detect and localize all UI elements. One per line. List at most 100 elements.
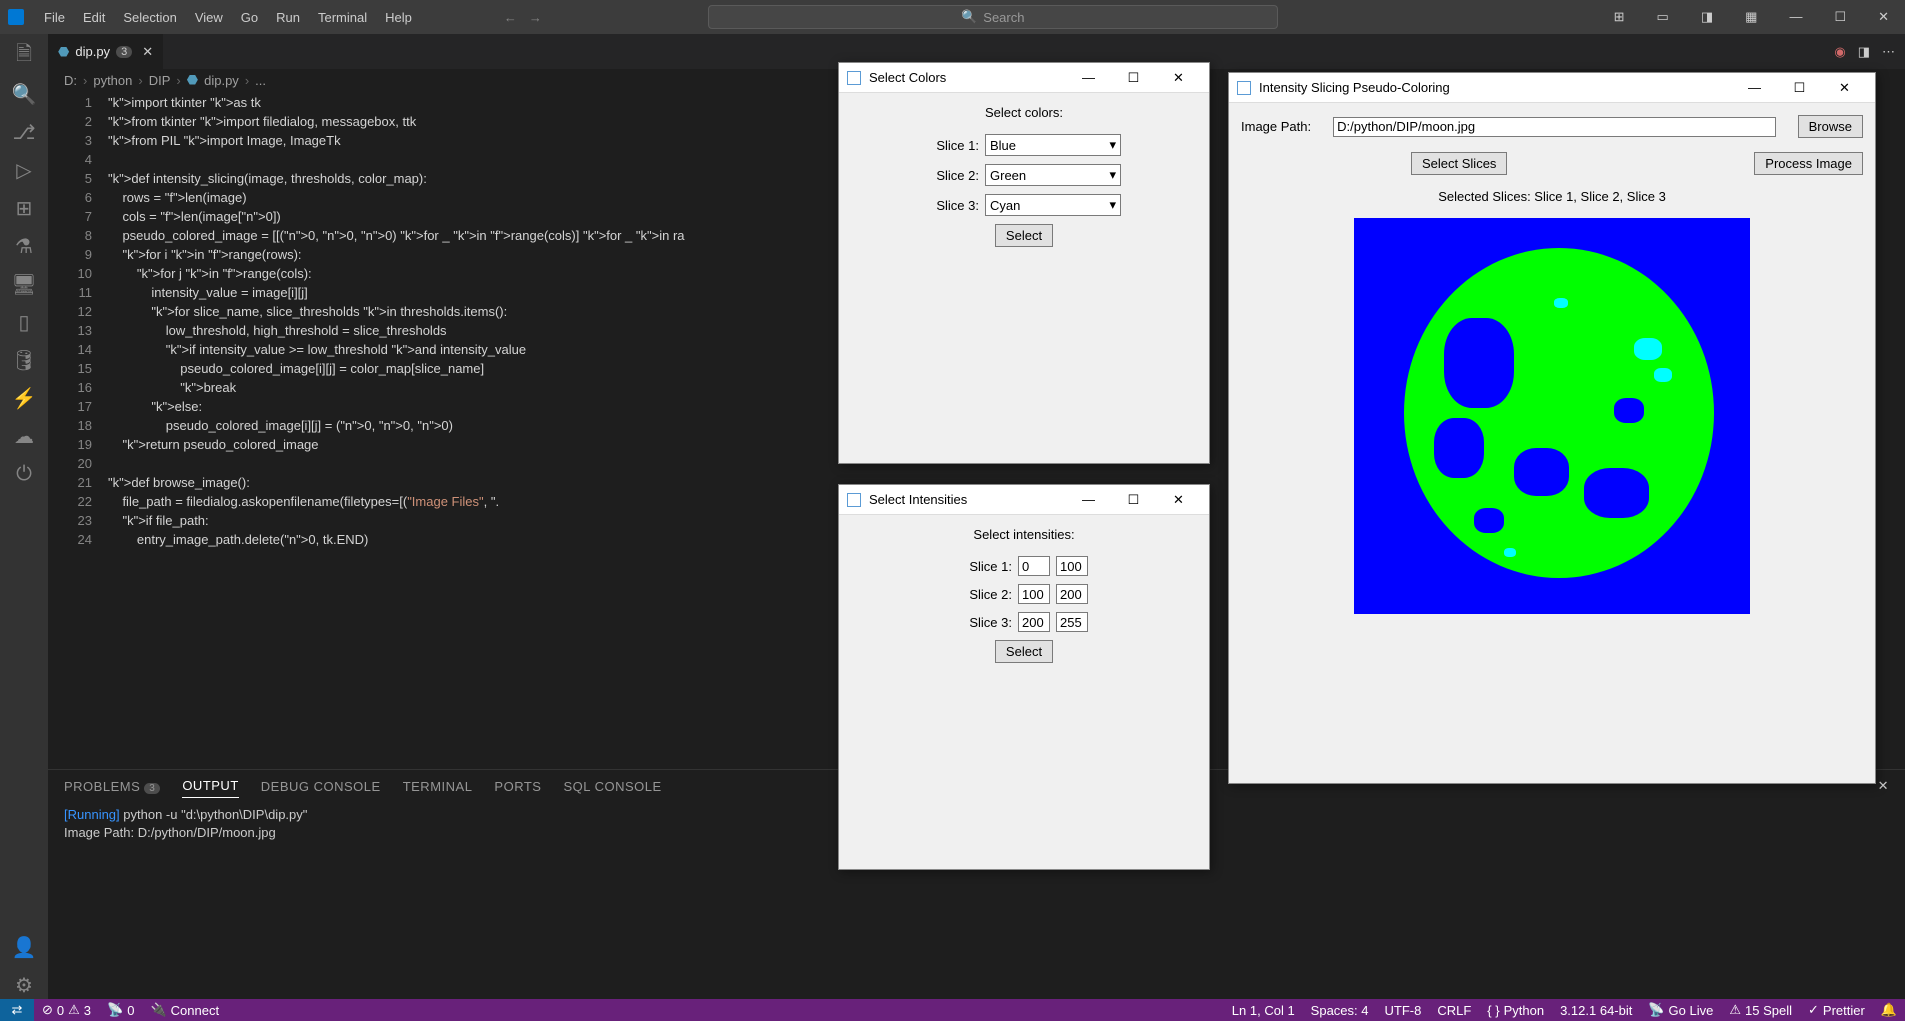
browse-button[interactable]: Browse — [1798, 115, 1863, 138]
line-gutter: 123456789101112131415161718192021222324 — [48, 91, 108, 769]
layout-editor-icon[interactable]: ⊞ — [1606, 5, 1633, 29]
window-close-icon[interactable]: ✕ — [1156, 486, 1201, 514]
slice1-low-input[interactable] — [1018, 556, 1050, 576]
slice1-combo[interactable]: Blue▾ — [985, 134, 1121, 156]
status-spaces[interactable]: Spaces: 4 — [1303, 1002, 1377, 1018]
search-input[interactable]: 🔍 Search — [708, 5, 1278, 29]
slice1-high-input[interactable] — [1056, 556, 1088, 576]
panel-problems[interactable]: PROBLEMS3 — [64, 775, 160, 798]
select-intensities-button[interactable]: Select — [995, 640, 1053, 663]
window-minimize-icon[interactable]: — — [1781, 5, 1810, 29]
image-path-input[interactable] — [1333, 117, 1776, 137]
panel-close-icon[interactable]: ✕ — [1878, 778, 1889, 794]
power-icon[interactable]: ⏻ — [10, 460, 38, 488]
window-min-icon[interactable]: — — [1066, 486, 1111, 514]
breadcrumb-seg[interactable]: dip.py — [204, 73, 239, 88]
slice3-low-input[interactable] — [1018, 612, 1050, 632]
accounts-icon[interactable]: 👤 — [10, 933, 38, 961]
breadcrumb-seg[interactable]: ... — [255, 73, 266, 88]
panel-sql[interactable]: SQL CONSOLE — [563, 775, 661, 798]
int-slice3-label: Slice 3: — [960, 615, 1012, 630]
window-max-icon[interactable]: ☐ — [1111, 486, 1156, 514]
process-image-button[interactable]: Process Image — [1754, 152, 1863, 175]
explorer-icon[interactable]: 🗎 — [10, 42, 38, 70]
window-titlebar[interactable]: Select Intensities — ☐ ✕ — [839, 485, 1209, 515]
window-titlebar[interactable]: Intensity Slicing Pseudo-Coloring — ☐ ✕ — [1229, 73, 1875, 103]
window-max-icon[interactable]: ☐ — [1111, 64, 1156, 92]
layout-sidebar-icon[interactable]: ◨ — [1693, 5, 1721, 29]
menu-go[interactable]: Go — [233, 6, 266, 29]
window-close-icon[interactable]: ✕ — [1870, 5, 1897, 29]
panel-terminal[interactable]: TERMINAL — [403, 775, 473, 798]
testing-icon[interactable]: ⚗ — [10, 232, 38, 260]
menu-run[interactable]: Run — [268, 6, 308, 29]
slice2-low-input[interactable] — [1018, 584, 1050, 604]
nav-forward-icon[interactable]: → — [529, 10, 542, 25]
status-prettier[interactable]: ✓Prettier — [1800, 1002, 1873, 1018]
breadcrumb-seg[interactable]: python — [93, 73, 132, 88]
slice2-high-input[interactable] — [1056, 584, 1088, 604]
extensions-icon[interactable]: ⊞ — [10, 194, 38, 222]
title-bar: File Edit Selection View Go Run Terminal… — [0, 0, 1905, 34]
menu-file[interactable]: File — [36, 6, 73, 29]
status-spell[interactable]: ⚠15 Spell — [1721, 1002, 1800, 1018]
project-icon[interactable]: ☁ — [10, 422, 38, 450]
remote-explorer-icon[interactable]: 🖥 — [10, 270, 38, 298]
status-eol[interactable]: CRLF — [1429, 1002, 1479, 1018]
window-close-icon[interactable]: ✕ — [1156, 64, 1201, 92]
pseudo-colored-image — [1354, 218, 1750, 614]
slice3-high-input[interactable] — [1056, 612, 1088, 632]
status-version[interactable]: 3.12.1 64-bit — [1552, 1002, 1640, 1018]
database-icon[interactable]: 🛢 — [10, 346, 38, 374]
editor-split-icon[interactable]: ◨ — [1858, 44, 1870, 60]
device-icon[interactable]: ▯ — [10, 308, 38, 336]
breadcrumb-seg[interactable]: D: — [64, 73, 77, 88]
settings-gear-icon[interactable]: ⚙ — [10, 971, 38, 999]
nav-back-icon[interactable]: ← — [504, 10, 517, 25]
window-max-icon[interactable]: ☐ — [1777, 74, 1822, 102]
thunder-icon[interactable]: ⚡ — [10, 384, 38, 412]
warning-icon: ⚠ — [1729, 1002, 1741, 1018]
select-colors-button[interactable]: Select — [995, 224, 1053, 247]
chevron-down-icon: ▾ — [1109, 167, 1116, 183]
window-close-icon[interactable]: ✕ — [1822, 74, 1867, 102]
menu-help[interactable]: Help — [377, 6, 420, 29]
slice1-label: Slice 1: — [927, 138, 979, 153]
slice2-combo[interactable]: Green▾ — [985, 164, 1121, 186]
editor-more-icon[interactable]: ⋯ — [1882, 44, 1895, 60]
status-errors[interactable]: ⊘0 ⚠3 — [34, 1002, 99, 1018]
status-cursor[interactable]: Ln 1, Col 1 — [1224, 1002, 1303, 1018]
int-slice2-label: Slice 2: — [960, 587, 1012, 602]
breadcrumb-seg[interactable]: DIP — [149, 73, 171, 88]
status-ports[interactable]: 📡0 — [99, 1002, 142, 1018]
window-maximize-icon[interactable]: ☐ — [1826, 5, 1854, 29]
editor-toggle-icon[interactable]: ◉ — [1834, 44, 1845, 60]
layout-customize-icon[interactable]: ▦ — [1737, 5, 1765, 29]
panel-output[interactable]: OUTPUT — [182, 774, 238, 798]
select-slices-button[interactable]: Select Slices — [1411, 152, 1507, 175]
plug-icon: 🔌 — [150, 1002, 166, 1018]
window-min-icon[interactable]: — — [1066, 64, 1111, 92]
layout-panel-icon[interactable]: ▭ — [1649, 5, 1677, 29]
menu-terminal[interactable]: Terminal — [310, 6, 375, 29]
slice3-combo[interactable]: Cyan▾ — [985, 194, 1121, 216]
status-golive[interactable]: 📡Go Live — [1640, 1002, 1721, 1018]
tab-close-icon[interactable]: ✕ — [142, 44, 153, 60]
source-control-icon[interactable]: ⎇ — [10, 118, 38, 146]
status-connect[interactable]: 🔌Connect — [142, 1002, 227, 1018]
run-debug-icon[interactable]: ▷ — [10, 156, 38, 184]
status-bell-icon[interactable]: 🔔 — [1873, 1002, 1905, 1018]
activity-bar: 🗎 🔍 ⎇ ▷ ⊞ ⚗ 🖥 ▯ 🛢 ⚡ ☁ ⏻ 👤 ⚙ — [0, 34, 48, 999]
window-titlebar[interactable]: Select Colors — ☐ ✕ — [839, 63, 1209, 93]
search-panel-icon[interactable]: 🔍 — [10, 80, 38, 108]
tab-dip-py[interactable]: ⬣ dip.py 3 ✕ — [48, 34, 164, 69]
status-encoding[interactable]: UTF-8 — [1377, 1002, 1430, 1018]
menu-edit[interactable]: Edit — [75, 6, 113, 29]
panel-debug[interactable]: DEBUG CONSOLE — [261, 775, 381, 798]
menu-view[interactable]: View — [187, 6, 231, 29]
window-min-icon[interactable]: — — [1732, 74, 1777, 102]
menu-selection[interactable]: Selection — [115, 6, 184, 29]
status-lang[interactable]: { } Python — [1479, 1002, 1552, 1018]
panel-ports[interactable]: PORTS — [494, 775, 541, 798]
remote-button[interactable]: ⇄ — [0, 999, 34, 1021]
